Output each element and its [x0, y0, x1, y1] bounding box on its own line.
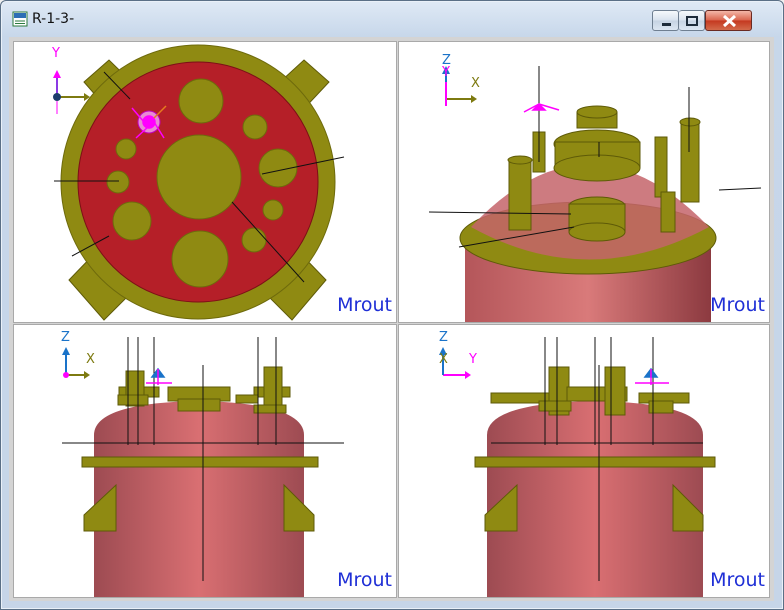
minimize-button[interactable] [652, 10, 679, 31]
axis-triad: Y [51, 46, 90, 114]
iso-view-render: Z Y X [428, 53, 762, 322]
flange-band [81, 456, 319, 468]
viewport-label: Mrout [710, 569, 765, 591]
maximize-button[interactable] [679, 10, 705, 31]
front-view-render: Z X [61, 330, 344, 597]
viewport-front[interactable]: Z X Mrout [13, 324, 397, 598]
top-view-render: Y [51, 44, 345, 321]
axis-triad: Z X [61, 330, 95, 379]
nozzles-front [117, 366, 291, 414]
viewport-top[interactable]: Y Mrout [13, 41, 397, 323]
axis-x-label: X [86, 352, 95, 367]
axis-x-label: X [439, 352, 448, 367]
axis-y-label: Y [441, 65, 450, 80]
viewport-side[interactable]: Z X Y Mrout [398, 324, 770, 598]
flange-band [474, 456, 716, 468]
axis-z-label: Z [439, 330, 448, 345]
axis-x-label: X [471, 76, 480, 91]
app-window: R-1-3- Y Mrout Z Y X Mrout Z X Mrout Z X… [0, 0, 784, 610]
vessel-body [94, 401, 304, 597]
selected-nozzle-marker [146, 367, 172, 385]
viewport-label: Mrout [337, 569, 392, 591]
selected-nozzle-marker [523, 102, 560, 113]
axis-y-label: Y [51, 46, 60, 61]
side-view-render: Z X Y [439, 330, 716, 597]
axis-triad: Z X Y [439, 330, 477, 379]
close-button[interactable] [705, 10, 752, 31]
close-icon [722, 14, 737, 28]
viewport-iso[interactable]: Z Y X Mrout [398, 41, 770, 323]
viewport-grid: Y Mrout Z Y X Mrout Z X Mrout Z X Y Mrou… [9, 37, 774, 601]
viewport-label: Mrout [710, 294, 765, 316]
title-bar[interactable]: R-1-3- [1, 1, 783, 37]
window-title: R-1-3- [32, 11, 75, 27]
app-icon [12, 11, 28, 27]
minimize-icon [662, 23, 671, 26]
selected-nozzle-marker [635, 367, 669, 385]
viewport-label: Mrout [337, 294, 392, 316]
axis-y-label: Y [468, 352, 477, 367]
axis-triad: Z Y X [441, 53, 480, 106]
maximize-icon [686, 16, 698, 26]
axis-z-label: Z [61, 330, 70, 345]
